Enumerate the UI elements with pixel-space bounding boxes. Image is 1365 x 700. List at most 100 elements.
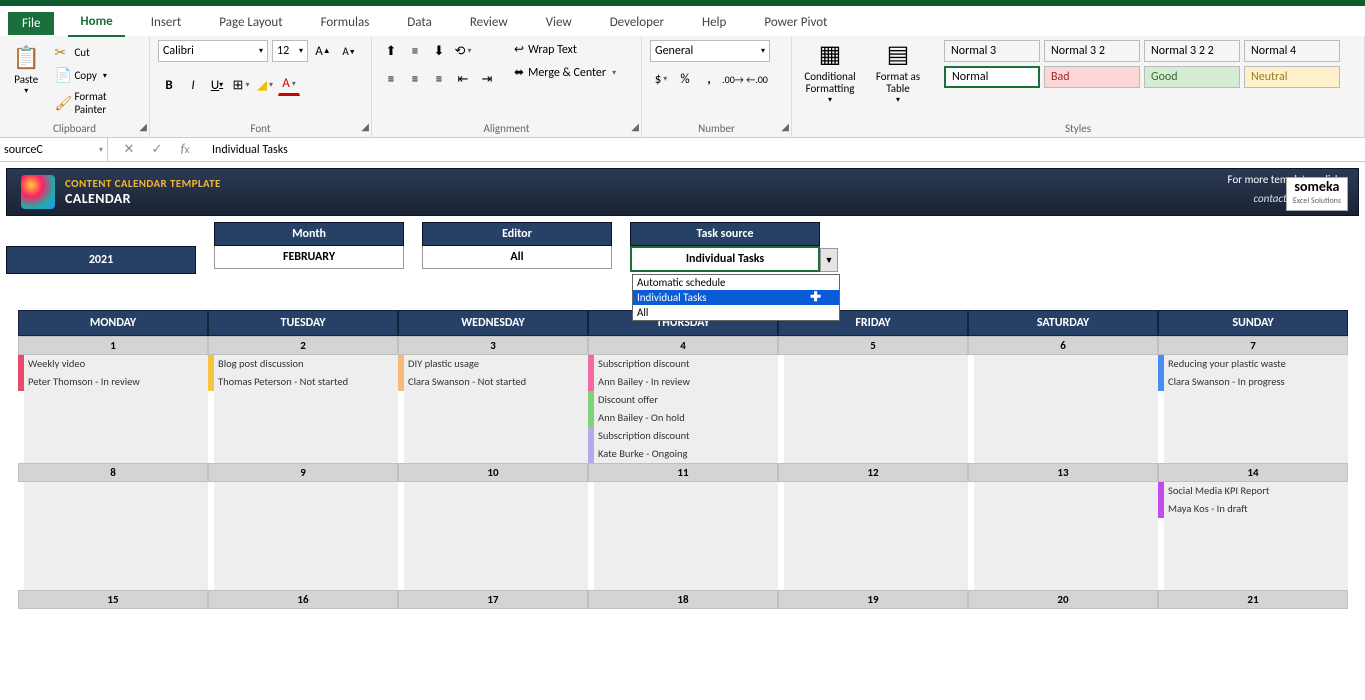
task-cell[interactable]: Peter Thomson - In review: [18, 373, 208, 391]
number-format-select[interactable]: General▾: [650, 40, 770, 62]
task-cell[interactable]: Reducing your plastic waste: [1158, 355, 1348, 373]
merge-center-button[interactable]: ⬌Merge & Center: [512, 63, 618, 82]
month-value[interactable]: FEBRUARY: [214, 246, 404, 269]
task-cell[interactable]: [778, 572, 968, 590]
task-cell[interactable]: [968, 355, 1158, 373]
task-cell[interactable]: [778, 518, 968, 536]
task-cell[interactable]: [588, 500, 778, 518]
dd-option[interactable]: Automatic schedule: [633, 275, 839, 290]
percent-format-icon[interactable]: %: [674, 68, 696, 90]
increase-indent-icon[interactable]: ⇥: [476, 68, 498, 90]
tab-home[interactable]: Home: [68, 10, 124, 37]
task-cell[interactable]: [398, 445, 588, 463]
italic-button[interactable]: I: [182, 74, 204, 96]
style-chip[interactable]: Normal: [944, 66, 1040, 88]
decrease-indent-icon[interactable]: ⇤: [452, 68, 474, 90]
task-cell[interactable]: Kate Burke - Ongoing: [588, 445, 778, 463]
decrease-decimal-icon[interactable]: ←.00: [746, 68, 768, 90]
name-box[interactable]: sourceC▾: [0, 138, 108, 161]
task-cell[interactable]: Ann Bailey - In review: [588, 373, 778, 391]
task-cell[interactable]: [778, 445, 968, 463]
formula-input[interactable]: Individual Tasks: [206, 143, 1365, 157]
increase-font-icon[interactable]: A▲: [312, 40, 334, 62]
style-chip[interactable]: Normal 3 2 2: [1144, 40, 1240, 62]
style-chip[interactable]: Bad: [1044, 66, 1140, 88]
task-cell[interactable]: [588, 572, 778, 590]
task-cell[interactable]: Subscription discount: [588, 355, 778, 373]
task-cell[interactable]: [1158, 391, 1348, 409]
task-cell[interactable]: [968, 572, 1158, 590]
orientation-icon[interactable]: ⟲: [452, 40, 474, 62]
task-cell[interactable]: [18, 554, 208, 572]
tab-insert[interactable]: Insert: [139, 11, 194, 36]
task-cell[interactable]: Clara Swanson - In progress: [1158, 373, 1348, 391]
task-cell[interactable]: [1158, 554, 1348, 572]
align-bottom-icon[interactable]: ⬇: [428, 40, 450, 62]
tab-formulas[interactable]: Formulas: [309, 11, 382, 36]
style-chip[interactable]: Good: [1144, 66, 1240, 88]
task-cell[interactable]: [398, 482, 588, 500]
tab-file[interactable]: File: [8, 12, 54, 35]
task-cell[interactable]: [398, 572, 588, 590]
style-chip[interactable]: Neutral: [1244, 66, 1340, 88]
task-cell[interactable]: [1158, 572, 1348, 590]
task-cell[interactable]: [968, 518, 1158, 536]
task-cell[interactable]: [1158, 536, 1348, 554]
task-cell[interactable]: [968, 500, 1158, 518]
task-cell[interactable]: Discount offer: [588, 391, 778, 409]
task-cell[interactable]: [1158, 445, 1348, 463]
tab-help[interactable]: Help: [690, 11, 738, 36]
task-cell[interactable]: [18, 500, 208, 518]
task-cell[interactable]: [778, 500, 968, 518]
task-cell[interactable]: [968, 536, 1158, 554]
format-as-table-button[interactable]: ▤ Format as Table▾: [868, 40, 928, 105]
task-cell[interactable]: [208, 409, 398, 427]
task-cell[interactable]: [778, 373, 968, 391]
task-cell[interactable]: [18, 445, 208, 463]
task-cell[interactable]: [1158, 409, 1348, 427]
task-cell[interactable]: Blog post discussion: [208, 355, 398, 373]
task-cell[interactable]: [968, 409, 1158, 427]
task-cell[interactable]: Thomas Peterson - Not started: [208, 373, 398, 391]
style-chip[interactable]: Normal 3: [944, 40, 1040, 62]
underline-button[interactable]: U▾: [206, 74, 228, 96]
increase-decimal-icon[interactable]: .00→: [722, 68, 744, 90]
task-cell[interactable]: Ann Bailey - On hold: [588, 409, 778, 427]
wrap-text-button[interactable]: ↩Wrap Text: [512, 40, 618, 59]
copy-button[interactable]: 📄Copy▾: [50, 65, 141, 86]
task-cell[interactable]: [588, 554, 778, 572]
task-cell[interactable]: [588, 536, 778, 554]
dd-option-selected[interactable]: Individual Tasks✚: [633, 290, 839, 305]
format-painter-button[interactable]: 🖌Format Painter: [50, 88, 141, 118]
task-cell[interactable]: [208, 427, 398, 445]
editor-value[interactable]: All: [422, 246, 612, 269]
cancel-formula-icon[interactable]: ✕: [118, 139, 140, 161]
task-cell[interactable]: [208, 572, 398, 590]
number-dialog-launcher[interactable]: ◢: [781, 120, 789, 133]
task-cell[interactable]: [398, 536, 588, 554]
tab-power-pivot[interactable]: Power Pivot: [752, 11, 839, 36]
comma-format-icon[interactable]: ,: [698, 68, 720, 90]
task-cell[interactable]: Clara Swanson - Not started: [398, 373, 588, 391]
task-cell[interactable]: [208, 518, 398, 536]
clipboard-dialog-launcher[interactable]: ◢: [139, 120, 147, 133]
task-cell[interactable]: [398, 391, 588, 409]
task-cell[interactable]: [18, 427, 208, 445]
task-source-dropdown-list[interactable]: Automatic schedule Individual Tasks✚ All: [632, 274, 840, 321]
paste-button[interactable]: 📋 Paste ▾: [8, 40, 44, 96]
align-middle-icon[interactable]: ≡: [404, 40, 426, 62]
task-cell[interactable]: [18, 409, 208, 427]
task-cell[interactable]: [778, 482, 968, 500]
bold-button[interactable]: B: [158, 74, 180, 96]
task-cell[interactable]: [398, 409, 588, 427]
font-dialog-launcher[interactable]: ◢: [361, 120, 369, 133]
task-cell[interactable]: [208, 536, 398, 554]
task-cell[interactable]: [208, 482, 398, 500]
task-cell[interactable]: Maya Kos - In draft: [1158, 500, 1348, 518]
style-chip[interactable]: Normal 3 2: [1044, 40, 1140, 62]
task-cell[interactable]: [1158, 518, 1348, 536]
task-cell[interactable]: [398, 554, 588, 572]
task-cell[interactable]: [18, 482, 208, 500]
tab-view[interactable]: View: [534, 11, 584, 36]
task-cell[interactable]: [588, 518, 778, 536]
